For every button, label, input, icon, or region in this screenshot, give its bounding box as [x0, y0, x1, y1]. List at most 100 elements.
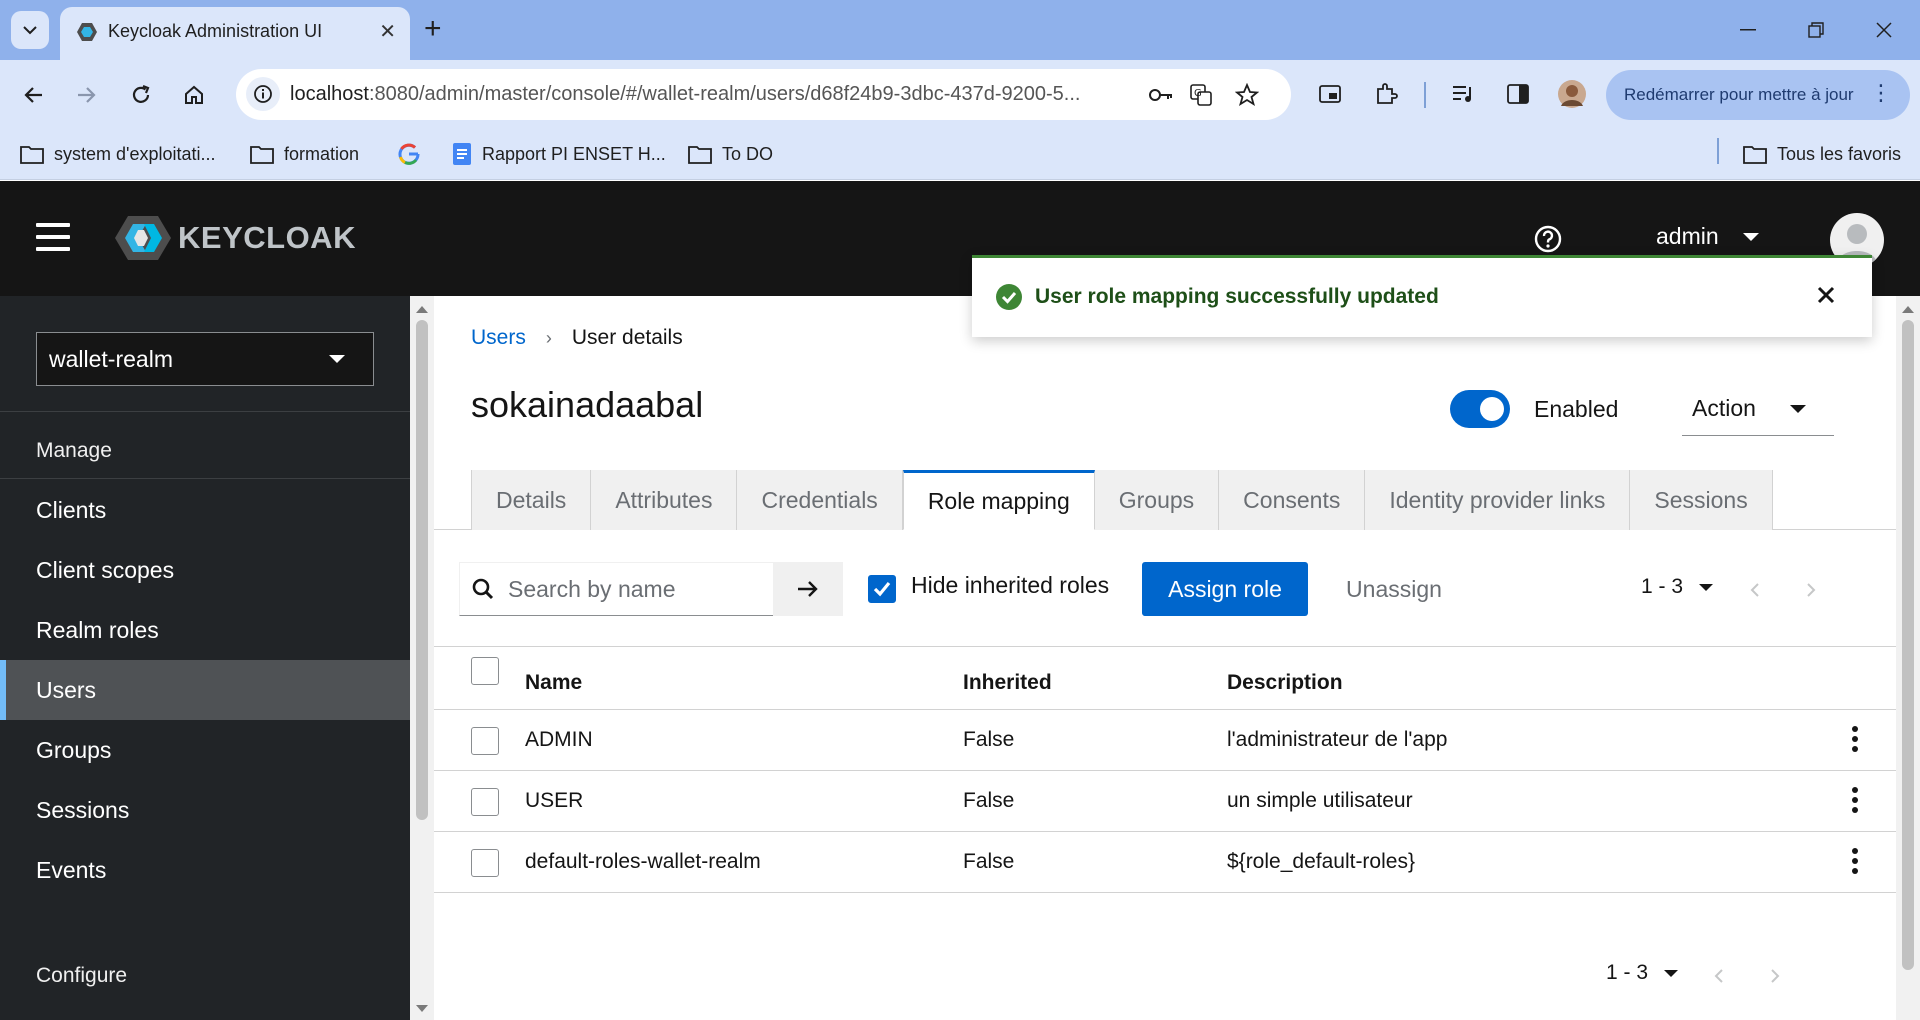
- arrow-right-icon: [798, 581, 818, 597]
- next-page-button-bottom[interactable]: [1760, 961, 1790, 991]
- row-kebab-icon[interactable]: [1852, 848, 1860, 876]
- search-field[interactable]: [459, 562, 775, 616]
- column-name[interactable]: Name: [525, 671, 582, 695]
- keycloak-logo[interactable]: KEYCLOAK: [114, 213, 356, 263]
- row-checkbox[interactable]: [471, 849, 499, 877]
- sidebar-item-realm-roles[interactable]: Realm roles: [0, 600, 410, 660]
- prev-page-button-bottom[interactable]: [1704, 961, 1734, 991]
- role-description: ${role_default-roles}: [1227, 850, 1415, 873]
- search-input[interactable]: [508, 575, 758, 603]
- tab-identity-provider-links[interactable]: Identity provider links: [1365, 470, 1631, 530]
- scroll-down-icon[interactable]: [416, 1005, 428, 1012]
- role-name: ADMIN: [525, 728, 593, 751]
- row-checkbox[interactable]: [471, 727, 499, 755]
- bookmark-rapport[interactable]: Rapport PI ENSET H...: [452, 140, 666, 168]
- unassign-button[interactable]: Unassign: [1334, 562, 1454, 616]
- tab-details[interactable]: Details: [471, 470, 592, 530]
- caret-down-icon: [329, 355, 345, 363]
- row-checkbox[interactable]: [471, 788, 499, 816]
- restore-button[interactable]: [1796, 12, 1836, 48]
- tab-close-icon[interactable]: ✕: [379, 19, 396, 44]
- close-icon[interactable]: [1814, 283, 1838, 307]
- scroll-up-icon[interactable]: [1902, 306, 1914, 313]
- browser-tabstrip: Keycloak Administration UI ✕ +: [0, 0, 1920, 60]
- realm-selector[interactable]: wallet-realm: [36, 332, 374, 386]
- media-control-icon[interactable]: [1448, 78, 1480, 110]
- sidebar-item-groups[interactable]: Groups: [0, 720, 410, 780]
- sidebar-item-sessions[interactable]: Sessions: [0, 780, 410, 840]
- back-button[interactable]: [17, 78, 51, 112]
- bookmark-folder-todo[interactable]: To DO: [688, 140, 773, 168]
- row-kebab-icon[interactable]: [1852, 787, 1860, 815]
- next-page-button[interactable]: [1796, 575, 1826, 605]
- address-bar[interactable]: localhost:8080/admin/master/console/#/wa…: [236, 69, 1291, 120]
- url-text: localhost:8080/admin/master/console/#/wa…: [290, 83, 1080, 106]
- help-icon[interactable]: [1534, 225, 1562, 253]
- picture-in-picture-icon[interactable]: [1314, 78, 1346, 110]
- site-info-icon[interactable]: [246, 77, 280, 111]
- tab-consents[interactable]: Consents: [1219, 470, 1366, 530]
- role-inherited: False: [963, 789, 1015, 812]
- profile-avatar-button[interactable]: [1556, 78, 1588, 110]
- minimize-button[interactable]: [1728, 12, 1768, 48]
- sidebar-item-clients[interactable]: Clients: [0, 480, 410, 540]
- extensions-icon[interactable]: [1370, 78, 1402, 110]
- close-icon: [1876, 22, 1892, 38]
- scroll-thumb[interactable]: [416, 320, 428, 820]
- table-row: default-roles-wallet-realm False ${role_…: [434, 832, 1896, 893]
- nav-toggle-button[interactable]: [36, 223, 70, 253]
- prev-page-button[interactable]: [1740, 575, 1770, 605]
- sidebar-item-users[interactable]: Users: [0, 660, 410, 720]
- update-browser-button[interactable]: Redémarrer pour mettre à jour ⋮: [1606, 70, 1910, 120]
- breadcrumb-users-link[interactable]: Users: [471, 326, 526, 350]
- tab-attributes[interactable]: Attributes: [591, 470, 738, 530]
- bookmark-folder-formation[interactable]: formation: [250, 140, 359, 168]
- translate-icon[interactable]: G: [1188, 82, 1214, 108]
- tab-credentials[interactable]: Credentials: [737, 470, 903, 530]
- pagination-toggle-top[interactable]: 1 - 3: [1641, 575, 1714, 599]
- all-bookmarks-label: Tous les favoris: [1777, 143, 1902, 164]
- table-header: Name Inherited Description: [434, 646, 1896, 710]
- bookmark-google[interactable]: [398, 140, 430, 168]
- scroll-thumb[interactable]: [1902, 320, 1914, 970]
- action-dropdown[interactable]: Action: [1682, 382, 1834, 436]
- main-scrollbar[interactable]: [1896, 296, 1920, 1020]
- bookmark-folder-system[interactable]: system d'exploitati...: [20, 140, 216, 168]
- tab-groups[interactable]: Groups: [1094, 470, 1220, 530]
- browser-toolbar: localhost:8080/admin/master/console/#/wa…: [0, 60, 1920, 128]
- tab-role-mapping[interactable]: Role mapping: [902, 470, 1095, 530]
- sidebar-item-events[interactable]: Events: [0, 840, 410, 900]
- username: admin: [1656, 223, 1719, 249]
- close-window-button[interactable]: [1864, 12, 1904, 48]
- scroll-up-icon[interactable]: [416, 306, 428, 313]
- new-tab-button[interactable]: +: [424, 12, 442, 46]
- tab-sessions[interactable]: Sessions: [1630, 470, 1773, 530]
- playlist-icon: [1453, 86, 1471, 102]
- reload-button[interactable]: [124, 78, 158, 112]
- checkmark-icon: [873, 581, 891, 597]
- chevron-right-icon: [1771, 969, 1780, 983]
- select-all-checkbox[interactable]: [471, 657, 499, 685]
- all-bookmarks[interactable]: Tous les favoris: [1743, 140, 1901, 168]
- hide-inherited-checkbox[interactable]: [868, 575, 896, 603]
- password-key-icon[interactable]: [1148, 82, 1174, 108]
- tab-search-button[interactable]: [11, 11, 49, 49]
- pagination-range: 1 - 3: [1606, 961, 1649, 984]
- assign-role-button[interactable]: Assign role: [1142, 562, 1308, 616]
- forward-button[interactable]: [69, 78, 103, 112]
- bookmark-star-icon[interactable]: [1234, 82, 1260, 108]
- role-inherited: False: [963, 728, 1015, 751]
- pagination-toggle-bottom[interactable]: 1 - 3: [1606, 961, 1679, 985]
- browser-tab-active[interactable]: Keycloak Administration UI ✕: [60, 7, 410, 60]
- row-kebab-icon[interactable]: [1852, 726, 1860, 754]
- enabled-toggle[interactable]: [1450, 390, 1510, 428]
- user-dropdown[interactable]: admin: [1656, 223, 1759, 250]
- search-submit-button[interactable]: [773, 562, 843, 616]
- column-inherited: Inherited: [963, 671, 1052, 694]
- info-circle-icon: [254, 85, 272, 103]
- home-button[interactable]: [177, 78, 211, 112]
- arrow-right-icon: [78, 87, 96, 103]
- sidebar-scrollbar[interactable]: [410, 296, 434, 1020]
- sidebar-item-client-scopes[interactable]: Client scopes: [0, 540, 410, 600]
- side-panel-icon[interactable]: [1502, 78, 1534, 110]
